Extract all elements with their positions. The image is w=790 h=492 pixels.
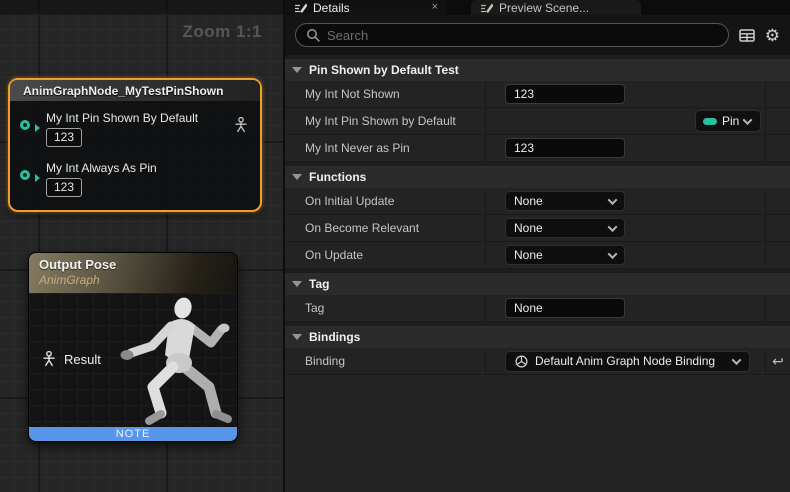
search-box[interactable] (295, 23, 729, 47)
node-title: AnimGraphNode_MyTestPinShown (23, 84, 223, 98)
search-input[interactable] (327, 28, 718, 43)
tab-label: Preview Scene... (499, 1, 589, 15)
pin-pill-icon (703, 118, 717, 125)
on-initial-update-select[interactable]: None (505, 191, 625, 211)
chevron-down-icon (743, 115, 753, 125)
node-header[interactable]: AnimGraphNode_MyTestPinShown (10, 80, 260, 102)
search-icon (306, 28, 320, 42)
my-int-never-as-pin-input[interactable] (505, 138, 625, 158)
row-my-int-never-as-pin: My Int Never as Pin (285, 135, 790, 162)
display-options-icon[interactable] (739, 29, 755, 42)
pin-label: My Int Pin Shown By Default (46, 111, 250, 125)
pin-dropdown-value: Pin (722, 114, 739, 128)
tab-label: Details (313, 1, 350, 15)
category-bindings[interactable]: Bindings (285, 322, 790, 348)
expand-arrow-icon (292, 67, 302, 73)
tag-input[interactable] (505, 298, 625, 318)
int-pin-icon[interactable] (20, 170, 30, 180)
running-mannequin-figure (107, 293, 235, 427)
tab-preview-scene[interactable]: Preview Scene... (471, 0, 641, 15)
chevron-down-icon (608, 195, 618, 205)
note-text: NOTE (116, 428, 151, 440)
row-tag: Tag (285, 295, 790, 322)
binding-value: Default Anim Graph Node Binding (535, 354, 715, 368)
anim-blueprint-editor: Zoom 1:1 AnimGraphNode_MyTestPinShown My… (0, 0, 790, 492)
node-pin-row: My Int Pin Shown By Default 123 (10, 111, 260, 147)
result-pin-label: Result (64, 352, 101, 367)
node-pin-row: My Int Always As Pin 123 (10, 161, 260, 197)
node-header[interactable]: Output Pose AnimGraph (29, 253, 237, 293)
preview-tab-icon (480, 2, 493, 13)
expand-arrow-icon (292, 174, 302, 180)
on-update-select[interactable]: None (505, 245, 625, 265)
select-value: None (514, 221, 543, 235)
chevron-down-icon (608, 249, 618, 259)
graph-top-shade (0, 0, 283, 13)
binding-icon (515, 355, 528, 368)
pin-visibility-dropdown[interactable]: Pin (695, 110, 761, 132)
row-my-int-not-shown: My Int Not Shown (285, 81, 790, 108)
on-become-relevant-select[interactable]: None (505, 218, 625, 238)
pin-default-value[interactable]: 123 (46, 128, 82, 147)
pin-default-value[interactable]: 123 (46, 178, 82, 197)
graph-canvas[interactable]: Zoom 1:1 AnimGraphNode_MyTestPinShown My… (0, 0, 283, 492)
category-pin-shown-by-default-test[interactable]: Pin Shown by Default Test (285, 55, 790, 81)
settings-gear-icon[interactable]: ⚙ (765, 27, 780, 44)
chevron-down-icon (608, 222, 618, 232)
pin-label: My Int Always As Pin (46, 161, 250, 175)
anim-graph-test-node[interactable]: AnimGraphNode_MyTestPinShown My Int Pin … (8, 78, 262, 212)
binding-dropdown[interactable]: Default Anim Graph Node Binding (505, 351, 750, 372)
details-panel: Details × Preview Scene... (285, 0, 790, 492)
pose-person-icon (42, 351, 56, 367)
select-value: None (514, 248, 543, 262)
row-binding: Binding Default Anim Graph Node Binding … (285, 348, 790, 375)
tab-bar: Details × Preview Scene... (285, 0, 790, 15)
row-on-become-relevant: On Become Relevant None (285, 215, 790, 242)
category-functions[interactable]: Functions (285, 162, 790, 188)
node-title: Output Pose (39, 257, 227, 272)
my-int-not-shown-input[interactable] (505, 84, 625, 104)
category-tag[interactable]: Tag (285, 269, 790, 295)
result-pose-pin[interactable]: Result (42, 351, 101, 367)
close-icon[interactable]: × (432, 2, 438, 13)
zoom-level-indicator: Zoom 1:1 (182, 22, 262, 42)
chevron-down-icon (732, 355, 742, 365)
row-on-update: On Update None (285, 242, 790, 269)
row-my-int-pin-shown-by-default: My Int Pin Shown by Default Pin (285, 108, 790, 135)
node-subtitle: AnimGraph (39, 273, 227, 287)
note-bubble[interactable]: NOTE (29, 427, 237, 441)
row-on-initial-update: On Initial Update None (285, 188, 790, 215)
expand-arrow-icon (292, 281, 302, 287)
int-pin-icon[interactable] (20, 120, 30, 130)
tab-details[interactable]: Details × (285, 0, 447, 15)
node-body: Result (29, 293, 237, 427)
pose-watch-person-icon[interactable] (234, 117, 248, 138)
output-pose-node[interactable]: Output Pose AnimGraph (28, 252, 238, 442)
reset-to-default-icon[interactable]: ↩ (772, 354, 784, 368)
select-value: None (514, 194, 543, 208)
expand-arrow-icon (292, 334, 302, 340)
search-row: ⚙ (285, 15, 790, 55)
details-tab-icon (294, 2, 307, 13)
